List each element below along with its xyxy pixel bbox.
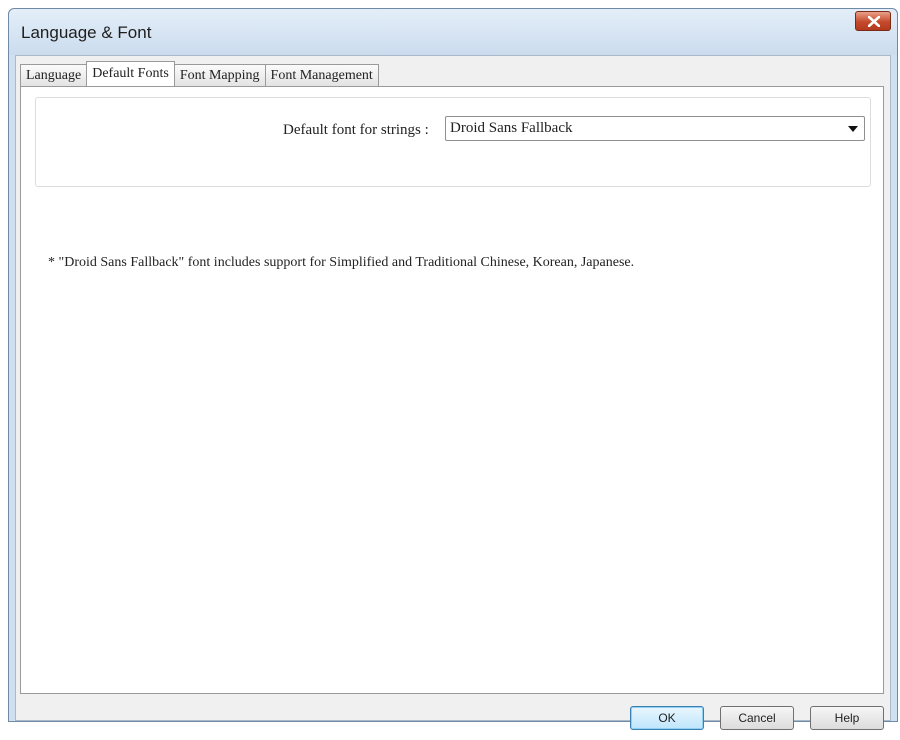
close-button[interactable] [855,11,891,31]
default-font-select[interactable]: Droid Sans Fallback [445,116,865,141]
title-bar[interactable]: Language & Font [9,9,897,55]
close-icon [868,16,880,27]
dialog-client-area: Language Default Fonts Font Mapping Font… [15,55,891,730]
tab-strip: Language Default Fonts Font Mapping Font… [20,61,379,86]
ok-button[interactable]: OK [630,706,704,730]
tab-font-management[interactable]: Font Management [264,64,379,86]
default-font-group: Default font for strings : Droid Sans Fa… [35,97,871,187]
language-font-dialog: Language & Font Language Default Fonts F… [8,8,898,730]
tab-font-mapping[interactable]: Font Mapping [173,64,266,86]
tab-default-fonts[interactable]: Default Fonts [86,61,175,86]
chevron-down-icon [848,126,858,132]
dialog-title: Language & Font [21,23,152,42]
help-button[interactable]: Help [810,706,884,730]
font-support-note: * "Droid Sans Fallback" font includes su… [48,255,635,270]
default-fonts-panel: Default font for strings : Droid Sans Fa… [20,86,884,694]
cancel-button[interactable]: Cancel [720,706,794,730]
default-font-label: Default font for strings : [283,122,429,138]
tab-language[interactable]: Language [20,64,88,86]
default-font-value: Droid Sans Fallback [450,120,573,136]
